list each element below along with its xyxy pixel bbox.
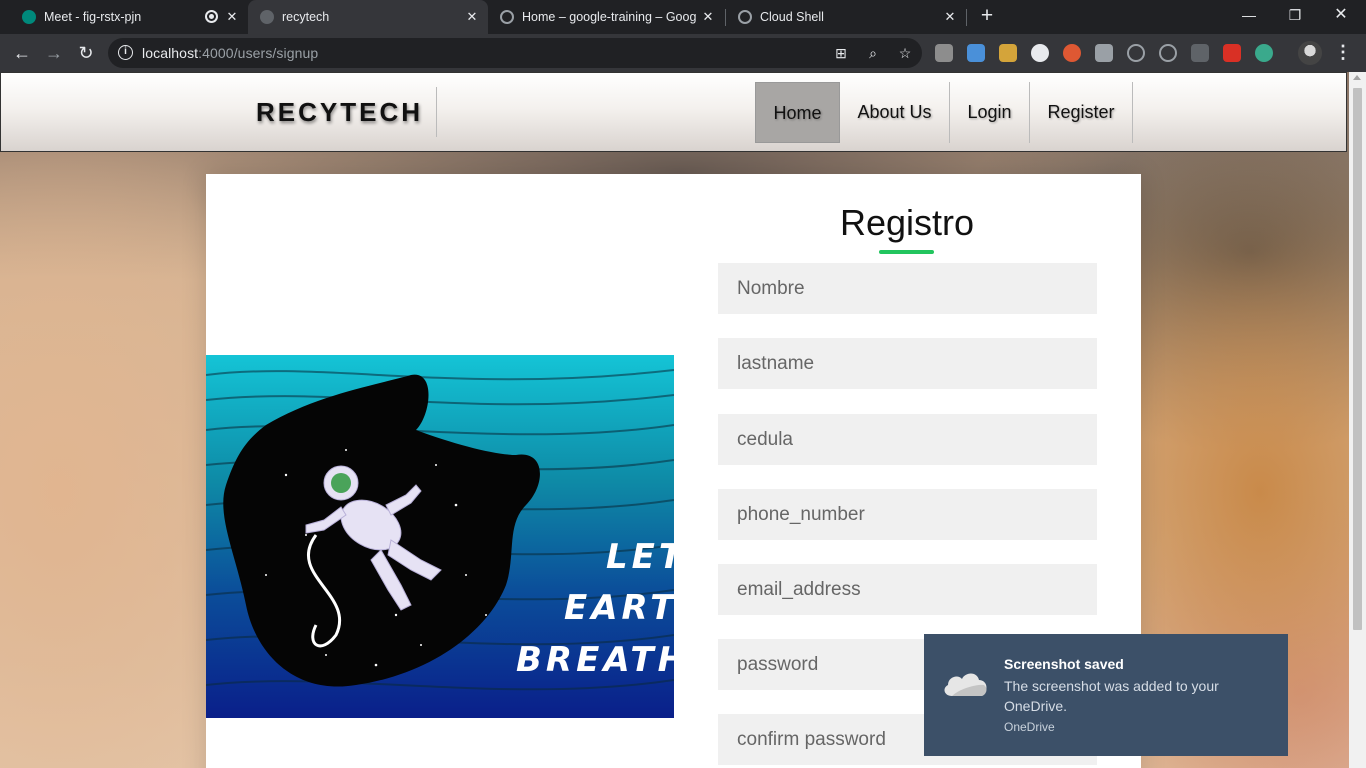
profile-avatar[interactable] [1298, 41, 1322, 65]
extension-icon[interactable] [1255, 44, 1273, 62]
extension-icon[interactable] [1031, 44, 1049, 62]
hero-text-line: BREATHE [516, 640, 674, 680]
title-underline [879, 250, 934, 254]
translate-icon[interactable]: ⊞ [832, 44, 850, 62]
tab-cloud-shell[interactable]: Cloud Shell ✕ [726, 0, 966, 34]
close-tab-icon[interactable]: ✕ [700, 9, 716, 25]
address-bar[interactable]: i localhost:4000/users/signup ⊞ ⌕ ☆ [108, 38, 922, 68]
nav-about-us[interactable]: About Us [840, 82, 950, 143]
notification-app-name: OneDrive [1004, 720, 1055, 734]
extension-icon[interactable] [935, 44, 953, 62]
extension-icon[interactable] [1159, 44, 1177, 62]
hero-text-line: LET [606, 537, 674, 577]
onedrive-notification[interactable]: Screenshot saved The screenshot was adde… [924, 634, 1288, 756]
close-tab-icon[interactable]: ✕ [464, 9, 480, 25]
vue-devtools-icon[interactable] [1095, 44, 1113, 62]
tab-title: recytech [282, 10, 330, 24]
phone-number-input[interactable] [718, 489, 1097, 540]
browser-toolbar: ← → ↻ i localhost:4000/users/signup ⊞ ⌕ … [0, 34, 1366, 72]
cedula-input[interactable] [718, 414, 1097, 465]
nav-login[interactable]: Login [950, 82, 1030, 143]
url-text[interactable]: localhost:4000/users/signup [142, 45, 318, 61]
back-arrow-icon[interactable]: ← [10, 41, 34, 65]
react-devtools-icon[interactable] [1127, 44, 1145, 62]
nav-register[interactable]: Register [1030, 82, 1133, 143]
tab-google-training[interactable]: Home – google-training – Googl ✕ [488, 0, 724, 34]
recording-icon [205, 10, 218, 23]
extension-icon[interactable] [967, 44, 985, 62]
tab-meet[interactable]: Meet - fig-rstx-pjn ✕ [8, 0, 248, 34]
duckduckgo-icon[interactable] [1063, 44, 1081, 62]
close-tab-icon[interactable]: ✕ [224, 9, 240, 25]
google-cloud-icon [500, 10, 514, 24]
close-window-icon[interactable]: ✕ [1318, 0, 1364, 34]
url-path: :4000/users/signup [198, 45, 319, 61]
tab-recytech[interactable]: recytech ✕ [248, 0, 488, 34]
nav-home[interactable]: Home [755, 82, 840, 143]
tab-separator [966, 9, 967, 26]
notification-body: The screenshot was added to your OneDriv… [1004, 678, 1219, 714]
zoom-icon[interactable]: ⌕ [864, 44, 882, 62]
hero-illustration: LET EARTH BREATHE [206, 355, 674, 718]
extension-icon[interactable] [999, 44, 1017, 62]
new-tab-button[interactable]: + [976, 5, 998, 27]
google-cloud-icon [738, 10, 752, 24]
brand-divider [436, 87, 437, 137]
more-menu-icon[interactable]: ⋮ [1334, 41, 1352, 65]
notification-title: Screenshot saved [1004, 656, 1124, 672]
tab-title: Meet - fig-rstx-pjn [44, 10, 142, 24]
hero-text-line: EARTH [564, 588, 674, 628]
lastname-input[interactable] [718, 338, 1097, 389]
google-meet-icon [22, 10, 36, 24]
site-info-icon[interactable]: i [118, 45, 133, 60]
onedrive-cloud-icon [944, 673, 987, 696]
site-navbar: RECYTECH Home About Us Login Register [0, 72, 1347, 152]
scrollbar-thumb[interactable] [1353, 88, 1362, 630]
restore-icon[interactable]: ❐ [1272, 0, 1318, 34]
tab-title: Home – google-training – Googl [522, 10, 696, 24]
form-title: Registro [839, 202, 975, 243]
url-host: localhost [142, 45, 199, 61]
tab-title: Cloud Shell [760, 10, 824, 24]
forward-arrow-icon[interactable]: → [42, 41, 66, 65]
browser-tab-strip: Meet - fig-rstx-pjn ✕ recytech ✕ Home – … [0, 0, 1366, 34]
bookmark-star-icon[interactable]: ☆ [896, 44, 914, 62]
minimize-icon[interactable]: — [1226, 0, 1272, 34]
extension-icon[interactable] [1223, 44, 1241, 62]
extension-icon[interactable] [1191, 44, 1209, 62]
email-input[interactable] [718, 564, 1097, 615]
scroll-up-arrow-icon[interactable] [1353, 75, 1361, 80]
reload-icon[interactable]: ↻ [74, 41, 98, 65]
page-scrollbar[interactable] [1349, 72, 1366, 768]
brand-logo[interactable]: RECYTECH [256, 97, 423, 128]
close-tab-icon[interactable]: ✕ [942, 9, 958, 25]
nombre-input[interactable] [718, 263, 1097, 314]
globe-icon [260, 10, 274, 24]
